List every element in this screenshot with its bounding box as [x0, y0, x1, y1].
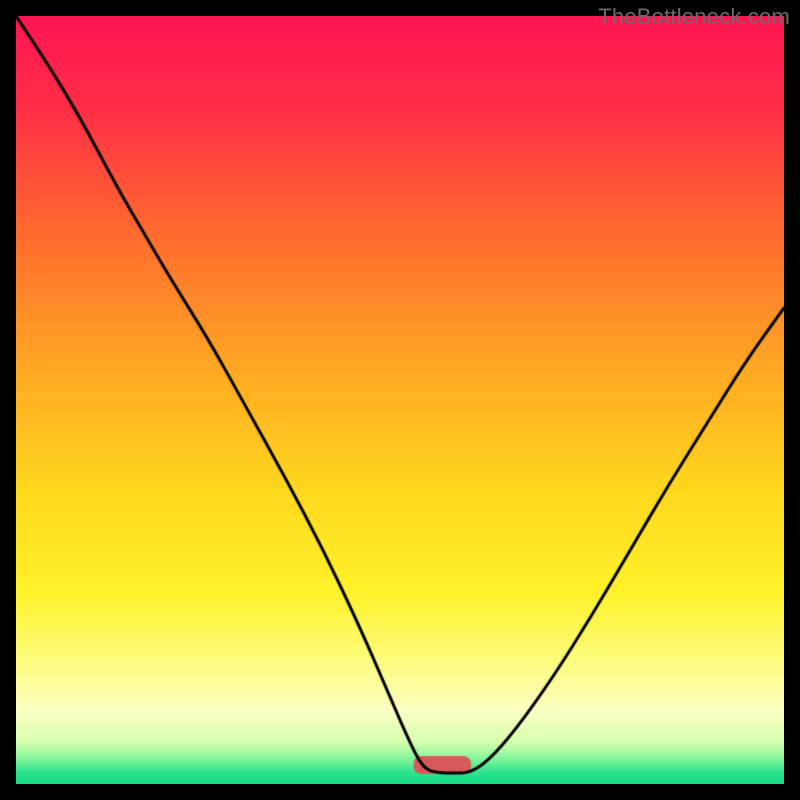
- chart-frame: TheBottleneck.com: [0, 0, 800, 800]
- curve-layer: [16, 16, 784, 784]
- plot-area: [16, 16, 784, 784]
